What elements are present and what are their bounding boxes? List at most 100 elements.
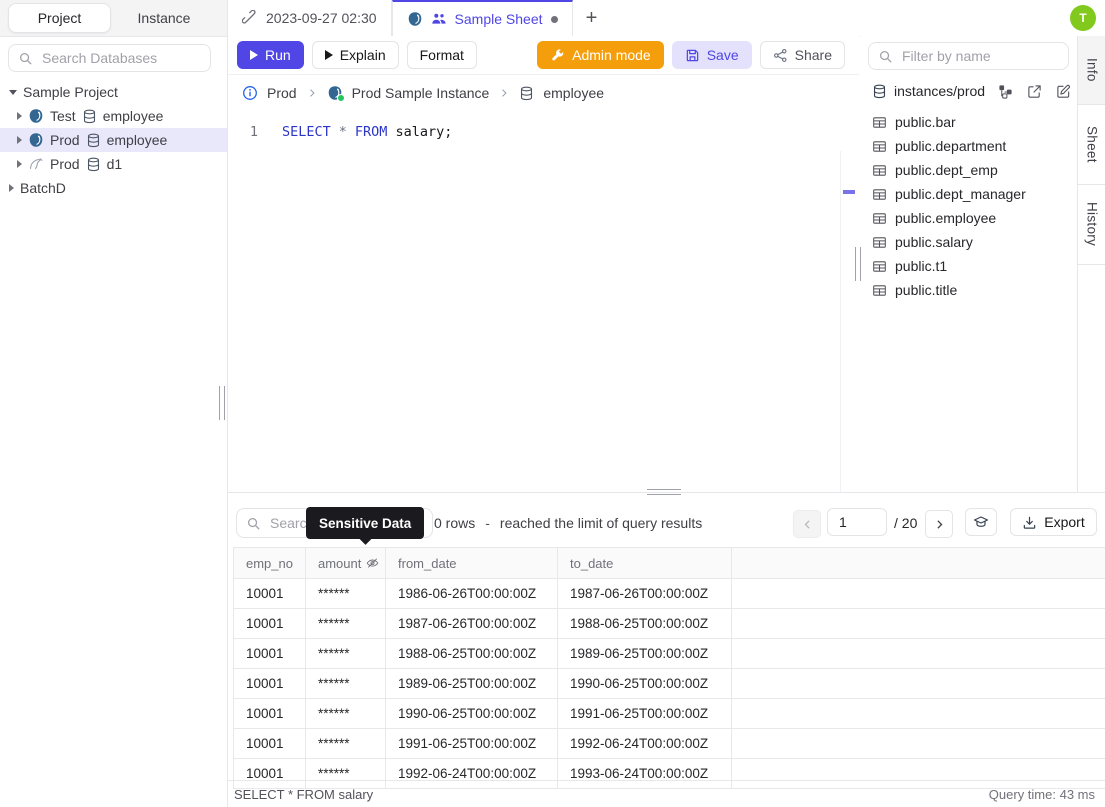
format-button[interactable]: Format: [406, 41, 477, 69]
tab-history-sheet[interactable]: 2023-09-27 02:30: [228, 0, 392, 36]
avatar[interactable]: T: [1070, 5, 1096, 31]
column-label: emp_no: [246, 555, 293, 571]
tree-item-test-employee[interactable]: Test employee: [0, 104, 227, 128]
summary-separator: -: [485, 515, 490, 531]
table-row[interactable]: 10001 ****** 1987-06-26T00:00:00Z 1988-0…: [234, 609, 1105, 639]
admin-mode-button[interactable]: Admin mode: [537, 41, 664, 69]
page-number-input[interactable]: [827, 508, 887, 536]
cell-amount-masked: ******: [306, 669, 386, 698]
table-item[interactable]: public.department: [860, 134, 1077, 158]
table-icon: [872, 283, 887, 298]
column-header[interactable]: to_date: [558, 548, 732, 578]
cell-from-date: 1988-06-25T00:00:00Z: [386, 639, 558, 668]
data-masking-button[interactable]: [965, 508, 997, 536]
cell-from-date: 1989-06-25T00:00:00Z: [386, 669, 558, 698]
play-icon: [324, 50, 333, 60]
cell-filler: [732, 579, 1105, 608]
caret-right-icon: [17, 112, 22, 120]
column-header[interactable]: from_date: [386, 548, 558, 578]
table-name: public.t1: [895, 258, 948, 274]
column-header[interactable]: emp_no: [234, 548, 306, 578]
sensitive-data-tooltip: Sensitive Data: [306, 507, 425, 545]
code-line: 1 SELECT * FROM salary;: [228, 123, 452, 142]
tab-instance[interactable]: Instance: [109, 0, 219, 35]
tab-sample-sheet-label: Sample Sheet: [454, 11, 543, 27]
cell-amount-masked: ******: [306, 639, 386, 668]
tab-instance-label: Instance: [137, 9, 191, 26]
cell-amount-masked: ******: [306, 699, 386, 728]
tree-project-batchd[interactable]: BatchD: [0, 176, 227, 200]
table-item[interactable]: public.t1: [860, 254, 1077, 278]
breadcrumb-database[interactable]: employee: [543, 85, 604, 101]
next-page-button[interactable]: [925, 510, 953, 538]
search-databases-input[interactable]: [40, 49, 201, 67]
chevron-right-icon: [498, 87, 510, 99]
tree-project-sample[interactable]: Sample Project: [0, 80, 227, 104]
results-panel-resize-handle[interactable]: [647, 489, 681, 495]
schema-sidebar: instances/prod public.bar public.d: [860, 36, 1077, 492]
left-panel-resize-handle[interactable]: [219, 386, 225, 420]
cell-emp-no: 10001: [234, 579, 306, 608]
sql-editor[interactable]: 1 SELECT * FROM salary;: [228, 111, 859, 563]
tab-history[interactable]: History: [1078, 185, 1105, 265]
tab-sample-sheet[interactable]: Sample Sheet: [391, 0, 573, 36]
table-item[interactable]: public.employee: [860, 206, 1077, 230]
table-item[interactable]: public.title: [860, 278, 1077, 302]
connection-actions: [998, 84, 1071, 99]
play-icon: [250, 50, 258, 60]
table-item[interactable]: public.dept_emp: [860, 158, 1077, 182]
cell-to-date: 1991-06-25T00:00:00Z: [558, 699, 732, 728]
page-total-label: / 20: [894, 515, 918, 531]
sidebar-tab-strip: Project Instance: [0, 0, 227, 37]
right-panel-resize-handle[interactable]: [855, 247, 861, 281]
schema-diagram-icon[interactable]: [998, 84, 1013, 99]
database-icon: [86, 157, 101, 172]
masking-cap-icon: [973, 514, 989, 530]
breadcrumb-environment[interactable]: Prod: [267, 85, 297, 101]
tree-item-prod-d1[interactable]: Prod d1: [0, 152, 227, 176]
table-item[interactable]: public.salary: [860, 230, 1077, 254]
export-button[interactable]: Export: [1010, 508, 1097, 536]
tab-project[interactable]: Project: [8, 3, 111, 33]
postgresql-icon: [28, 132, 44, 148]
info-icon[interactable]: [242, 85, 258, 101]
save-label: Save: [706, 47, 739, 63]
cell-filler: [732, 609, 1105, 638]
table-icon: [872, 163, 887, 178]
edit-icon[interactable]: [1056, 84, 1071, 99]
table-row[interactable]: 10001 ****** 1990-06-25T00:00:00Z 1991-0…: [234, 699, 1105, 729]
mysql-icon: [28, 156, 44, 172]
share-button[interactable]: Share: [759, 41, 845, 69]
filter-by-name-input[interactable]: [900, 47, 1059, 65]
cell-from-date: 1987-06-26T00:00:00Z: [386, 609, 558, 638]
table-name: public.title: [895, 282, 958, 298]
new-tab-button[interactable]: +: [573, 0, 611, 36]
overview-ruler-cursor: [843, 190, 855, 194]
prev-page-button[interactable]: [793, 510, 821, 538]
tab-sheet[interactable]: Sheet: [1078, 105, 1105, 185]
filter-box: [868, 42, 1069, 70]
column-label: from_date: [398, 555, 457, 571]
tab-info[interactable]: Info: [1078, 36, 1105, 105]
search-databases-box: [8, 44, 211, 72]
external-link-icon[interactable]: [1027, 84, 1042, 99]
column-header[interactable]: amount: [306, 548, 386, 578]
tree-item-prod-employee[interactable]: Prod employee: [0, 128, 227, 152]
run-button[interactable]: Run: [237, 41, 304, 69]
eye-off-icon[interactable]: [366, 557, 379, 570]
table-row[interactable]: 10001 ****** 1991-06-25T00:00:00Z 1992-0…: [234, 729, 1105, 759]
save-button[interactable]: Save: [671, 41, 752, 69]
table-item[interactable]: public.dept_manager: [860, 182, 1077, 206]
column-label: amount: [318, 555, 362, 571]
row-count: 0 rows: [434, 515, 476, 531]
breadcrumb-instance[interactable]: Prod Sample Instance: [352, 85, 490, 101]
table-row[interactable]: 10001 ****** 1986-06-26T00:00:00Z 1987-0…: [234, 579, 1105, 609]
table-row[interactable]: 10001 ****** 1988-06-25T00:00:00Z 1989-0…: [234, 639, 1105, 669]
table-row[interactable]: 10001 ****** 1989-06-25T00:00:00Z 1990-0…: [234, 669, 1105, 699]
explain-button[interactable]: Explain: [311, 41, 399, 69]
search-icon: [18, 51, 33, 66]
table-name: public.department: [895, 138, 1007, 154]
caret-right-icon: [17, 136, 22, 144]
table-icon: [872, 139, 887, 154]
table-item[interactable]: public.bar: [860, 110, 1077, 134]
